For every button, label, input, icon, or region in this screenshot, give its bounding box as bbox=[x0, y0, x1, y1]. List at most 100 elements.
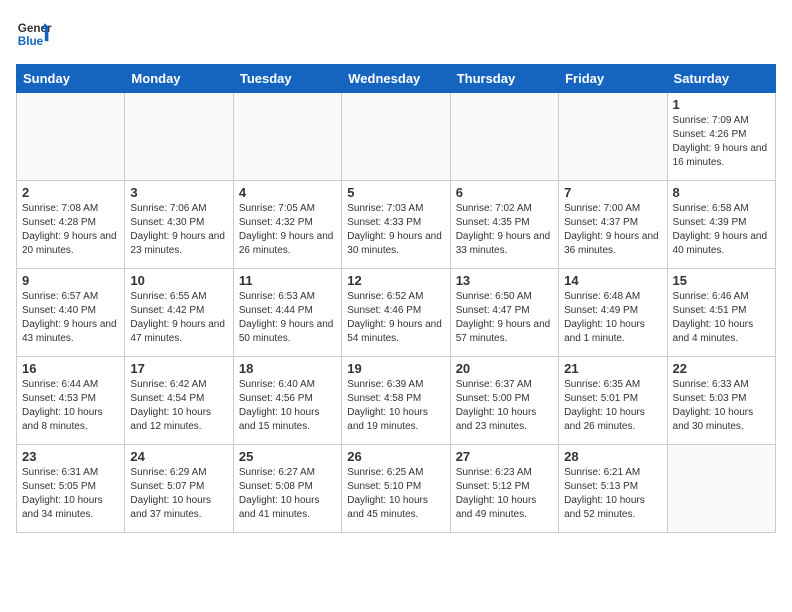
calendar-cell: 11 Sunrise: 6:53 AM Sunset: 4:44 PM Dayli… bbox=[233, 269, 341, 357]
day-info: Sunrise: 6:44 AM Sunset: 4:53 PM Dayligh… bbox=[22, 378, 119, 434]
day-number: 20 bbox=[456, 361, 553, 376]
day-info: Sunrise: 6:29 AM Sunset: 5:07 PM Dayligh… bbox=[130, 466, 227, 522]
day-info: Sunrise: 6:21 AM Sunset: 5:13 PM Dayligh… bbox=[564, 466, 661, 522]
day-info: Sunrise: 7:03 AM Sunset: 4:33 PM Dayligh… bbox=[347, 202, 444, 258]
day-number: 23 bbox=[22, 449, 119, 464]
page-header: General Blue bbox=[16, 16, 776, 52]
weekday-header: Tuesday bbox=[233, 65, 341, 93]
calendar-cell bbox=[342, 93, 450, 181]
calendar-cell: 23 Sunrise: 6:31 AM Sunset: 5:05 PM Dayli… bbox=[17, 445, 125, 533]
day-number: 12 bbox=[347, 273, 444, 288]
weekday-header: Saturday bbox=[667, 65, 775, 93]
logo-icon: General Blue bbox=[16, 16, 52, 52]
day-info: Sunrise: 6:23 AM Sunset: 5:12 PM Dayligh… bbox=[456, 466, 553, 522]
calendar-cell bbox=[559, 93, 667, 181]
calendar-cell: 17 Sunrise: 6:42 AM Sunset: 4:54 PM Dayli… bbox=[125, 357, 233, 445]
day-number: 22 bbox=[673, 361, 770, 376]
calendar-week-row: 2 Sunrise: 7:08 AM Sunset: 4:28 PM Daylig… bbox=[17, 181, 776, 269]
day-info: Sunrise: 6:50 AM Sunset: 4:47 PM Dayligh… bbox=[456, 290, 553, 346]
day-number: 9 bbox=[22, 273, 119, 288]
weekday-header: Wednesday bbox=[342, 65, 450, 93]
day-info: Sunrise: 7:06 AM Sunset: 4:30 PM Dayligh… bbox=[130, 202, 227, 258]
calendar-cell: 19Sunrise: 6:39 AM Sunset: 4:58 PM Dayli… bbox=[342, 357, 450, 445]
calendar-cell: 24 Sunrise: 6:29 AM Sunset: 5:07 PM Dayli… bbox=[125, 445, 233, 533]
day-info: Sunrise: 6:53 AM Sunset: 4:44 PM Dayligh… bbox=[239, 290, 336, 346]
day-info: Sunrise: 6:58 AM Sunset: 4:39 PM Dayligh… bbox=[673, 202, 770, 258]
day-number: 16 bbox=[22, 361, 119, 376]
weekday-header: Sunday bbox=[17, 65, 125, 93]
calendar-cell: 8 Sunrise: 6:58 AM Sunset: 4:39 PM Daylig… bbox=[667, 181, 775, 269]
calendar-cell: 2 Sunrise: 7:08 AM Sunset: 4:28 PM Daylig… bbox=[17, 181, 125, 269]
day-info: Sunrise: 6:37 AM Sunset: 5:00 PM Dayligh… bbox=[456, 378, 553, 434]
day-info: Sunrise: 6:52 AM Sunset: 4:46 PM Dayligh… bbox=[347, 290, 444, 346]
calendar-week-row: 9 Sunrise: 6:57 AM Sunset: 4:40 PM Daylig… bbox=[17, 269, 776, 357]
day-number: 2 bbox=[22, 185, 119, 200]
calendar-cell: 15 Sunrise: 6:46 AM Sunset: 4:51 PM Dayli… bbox=[667, 269, 775, 357]
calendar-table: SundayMondayTuesdayWednesdayThursdayFrid… bbox=[16, 64, 776, 533]
day-number: 18 bbox=[239, 361, 336, 376]
day-number: 26 bbox=[347, 449, 444, 464]
day-number: 4 bbox=[239, 185, 336, 200]
day-number: 13 bbox=[456, 273, 553, 288]
calendar-cell bbox=[125, 93, 233, 181]
weekday-header: Thursday bbox=[450, 65, 558, 93]
day-info: Sunrise: 6:55 AM Sunset: 4:42 PM Dayligh… bbox=[130, 290, 227, 346]
calendar-cell: 3Sunrise: 7:06 AM Sunset: 4:30 PM Daylig… bbox=[125, 181, 233, 269]
day-info: Sunrise: 7:02 AM Sunset: 4:35 PM Dayligh… bbox=[456, 202, 553, 258]
day-number: 17 bbox=[130, 361, 227, 376]
day-info: Sunrise: 6:48 AM Sunset: 4:49 PM Dayligh… bbox=[564, 290, 661, 346]
day-number: 8 bbox=[673, 185, 770, 200]
calendar-cell bbox=[667, 445, 775, 533]
day-number: 1 bbox=[673, 97, 770, 112]
day-info: Sunrise: 7:05 AM Sunset: 4:32 PM Dayligh… bbox=[239, 202, 336, 258]
weekday-header: Friday bbox=[559, 65, 667, 93]
calendar-cell: 6Sunrise: 7:02 AM Sunset: 4:35 PM Daylig… bbox=[450, 181, 558, 269]
day-info: Sunrise: 6:46 AM Sunset: 4:51 PM Dayligh… bbox=[673, 290, 770, 346]
calendar-week-row: 23 Sunrise: 6:31 AM Sunset: 5:05 PM Dayli… bbox=[17, 445, 776, 533]
calendar-cell: 7Sunrise: 7:00 AM Sunset: 4:37 PM Daylig… bbox=[559, 181, 667, 269]
day-number: 14 bbox=[564, 273, 661, 288]
weekday-header: Monday bbox=[125, 65, 233, 93]
calendar-cell: 27 Sunrise: 6:23 AM Sunset: 5:12 PM Dayli… bbox=[450, 445, 558, 533]
calendar-cell: 12 Sunrise: 6:52 AM Sunset: 4:46 PM Dayli… bbox=[342, 269, 450, 357]
calendar-cell: 4 Sunrise: 7:05 AM Sunset: 4:32 PM Daylig… bbox=[233, 181, 341, 269]
day-info: Sunrise: 6:57 AM Sunset: 4:40 PM Dayligh… bbox=[22, 290, 119, 346]
calendar-cell bbox=[450, 93, 558, 181]
day-info: Sunrise: 6:25 AM Sunset: 5:10 PM Dayligh… bbox=[347, 466, 444, 522]
day-info: Sunrise: 7:09 AM Sunset: 4:26 PM Dayligh… bbox=[673, 114, 770, 170]
calendar-cell: 13 Sunrise: 6:50 AM Sunset: 4:47 PM Dayli… bbox=[450, 269, 558, 357]
calendar-cell: 28 Sunrise: 6:21 AM Sunset: 5:13 PM Dayli… bbox=[559, 445, 667, 533]
calendar-cell bbox=[233, 93, 341, 181]
calendar-cell: 26 Sunrise: 6:25 AM Sunset: 5:10 PM Dayli… bbox=[342, 445, 450, 533]
day-info: Sunrise: 6:27 AM Sunset: 5:08 PM Dayligh… bbox=[239, 466, 336, 522]
calendar-cell: 5 Sunrise: 7:03 AM Sunset: 4:33 PM Daylig… bbox=[342, 181, 450, 269]
calendar-cell: 20 Sunrise: 6:37 AM Sunset: 5:00 PM Dayli… bbox=[450, 357, 558, 445]
logo: General Blue bbox=[16, 16, 52, 52]
day-number: 15 bbox=[673, 273, 770, 288]
day-info: Sunrise: 7:08 AM Sunset: 4:28 PM Dayligh… bbox=[22, 202, 119, 258]
day-number: 5 bbox=[347, 185, 444, 200]
calendar-cell: 10 Sunrise: 6:55 AM Sunset: 4:42 PM Dayli… bbox=[125, 269, 233, 357]
day-info: Sunrise: 6:42 AM Sunset: 4:54 PM Dayligh… bbox=[130, 378, 227, 434]
weekday-header-row: SundayMondayTuesdayWednesdayThursdayFrid… bbox=[17, 65, 776, 93]
day-info: Sunrise: 6:40 AM Sunset: 4:56 PM Dayligh… bbox=[239, 378, 336, 434]
calendar-cell bbox=[17, 93, 125, 181]
day-info: Sunrise: 6:31 AM Sunset: 5:05 PM Dayligh… bbox=[22, 466, 119, 522]
day-number: 19 bbox=[347, 361, 444, 376]
day-number: 21 bbox=[564, 361, 661, 376]
calendar-cell: 21Sunrise: 6:35 AM Sunset: 5:01 PM Dayli… bbox=[559, 357, 667, 445]
calendar-cell: 1 Sunrise: 7:09 AM Sunset: 4:26 PM Daylig… bbox=[667, 93, 775, 181]
day-number: 7 bbox=[564, 185, 661, 200]
calendar-cell: 18 Sunrise: 6:40 AM Sunset: 4:56 PM Dayli… bbox=[233, 357, 341, 445]
day-number: 28 bbox=[564, 449, 661, 464]
calendar-cell: 22 Sunrise: 6:33 AM Sunset: 5:03 PM Dayli… bbox=[667, 357, 775, 445]
calendar-cell: 14 Sunrise: 6:48 AM Sunset: 4:49 PM Dayli… bbox=[559, 269, 667, 357]
day-number: 11 bbox=[239, 273, 336, 288]
day-number: 10 bbox=[130, 273, 227, 288]
calendar-cell: 25Sunrise: 6:27 AM Sunset: 5:08 PM Dayli… bbox=[233, 445, 341, 533]
day-number: 27 bbox=[456, 449, 553, 464]
day-number: 24 bbox=[130, 449, 227, 464]
calendar-cell: 16 Sunrise: 6:44 AM Sunset: 4:53 PM Dayli… bbox=[17, 357, 125, 445]
calendar-cell: 9 Sunrise: 6:57 AM Sunset: 4:40 PM Daylig… bbox=[17, 269, 125, 357]
day-info: Sunrise: 6:33 AM Sunset: 5:03 PM Dayligh… bbox=[673, 378, 770, 434]
